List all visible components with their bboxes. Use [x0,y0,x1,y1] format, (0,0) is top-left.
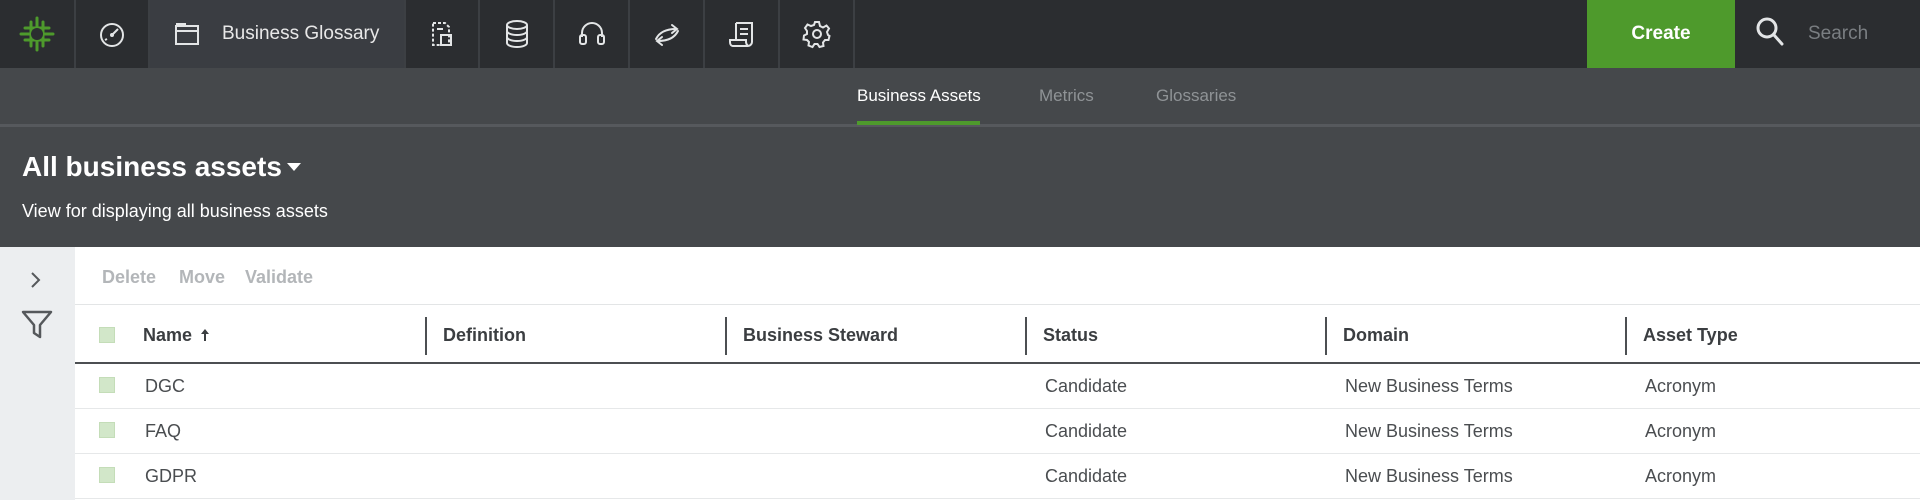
table-row[interactable]: FAQ Candidate New Business Terms Acronym [75,409,1920,454]
table-header: Name Definition Business Steward Status … [75,305,1920,364]
row-checkbox[interactable] [99,467,115,483]
tab-metrics[interactable]: Metrics [1039,86,1094,106]
search-icon[interactable] [1755,16,1785,48]
column-header-definition[interactable]: Definition [443,325,526,346]
cell-status: Candidate [1045,376,1128,396]
nav-item-data-dictionary[interactable] [406,0,480,68]
headset-icon [578,21,605,45]
cell-name[interactable]: GDPR [145,466,197,487]
asterisk-logo-icon [19,16,55,52]
sort-ascending-icon[interactable] [201,329,209,341]
nav-item-lineage[interactable] [630,0,705,68]
delete-button[interactable]: Delete [102,267,156,288]
page-title: All business assets [22,151,282,182]
exchange-arrows-icon [654,24,679,46]
column-divider[interactable] [1025,317,1027,355]
active-tab-indicator [857,121,980,125]
filter-sidebar [0,247,75,500]
nav-item-business-glossary[interactable]: Business Glossary [150,0,406,68]
nav-item-catalog[interactable] [480,0,555,68]
window-icon [175,23,199,45]
logo[interactable] [0,0,76,68]
select-all-checkbox[interactable] [99,327,115,343]
row-checkbox[interactable] [99,422,115,438]
column-divider[interactable] [725,317,727,355]
move-button[interactable]: Move [179,267,225,288]
cell-status: Candidate [1045,421,1128,441]
chevron-right-icon[interactable] [28,271,42,289]
row-checkbox[interactable] [99,377,115,393]
table-row[interactable]: DGC Candidate New Business Terms Acronym [75,364,1920,409]
nav-item-dashboard[interactable] [76,0,150,68]
validate-button[interactable]: Validate [245,267,313,288]
column-divider[interactable] [1625,317,1627,355]
view-header: All business assets View for displaying … [0,127,1920,247]
tab-business-assets[interactable]: Business Assets [857,86,981,106]
filter-icon[interactable] [20,307,54,341]
create-button[interactable]: Create [1587,0,1735,68]
nav-item-reports[interactable] [705,0,780,68]
nav-item-stewardship[interactable] [555,0,630,68]
cell-name[interactable]: DGC [145,376,185,397]
page-subtitle: View for displaying all business assets [22,201,328,221]
tab-glossaries[interactable]: Glossaries [1156,86,1236,106]
cell-domain[interactable]: New Business Terms [1345,466,1513,487]
gear-icon [801,21,831,49]
column-header-asset-type[interactable]: Asset Type [1643,325,1738,346]
column-header-domain[interactable]: Domain [1343,325,1409,346]
table-row[interactable]: GDPR Candidate New Business Terms Acrony… [75,454,1920,499]
nav-label-business-glossary: Business Glossary [222,23,380,44]
database-icon [505,20,528,49]
cell-asset-type: Acronym [1645,376,1717,396]
column-divider[interactable] [425,317,427,355]
action-toolbar: Delete Move Validate [75,247,1920,305]
top-navigation-bar: Business Glossary Create Search [0,0,1920,68]
nav-item-settings[interactable] [780,0,855,68]
cell-status: Candidate [1045,466,1128,486]
caret-down-icon[interactable] [287,163,301,172]
sub-tab-bar: Business Assets Metrics Glossaries [0,68,1920,127]
speedometer-icon [100,23,124,47]
cell-domain[interactable]: New Business Terms [1345,421,1513,442]
cell-asset-type: Acronym [1645,466,1717,486]
cell-name[interactable]: FAQ [145,421,181,442]
column-header-name[interactable]: Name [143,325,192,346]
document-flow-icon [432,22,452,46]
scroll-icon [728,22,753,47]
cell-domain[interactable]: New Business Terms [1345,376,1513,397]
column-header-business-steward[interactable]: Business Steward [743,325,898,346]
column-divider[interactable] [1325,317,1327,355]
column-header-status[interactable]: Status [1043,325,1098,346]
cell-asset-type: Acronym [1645,421,1717,441]
search-input[interactable] [1808,18,1908,50]
